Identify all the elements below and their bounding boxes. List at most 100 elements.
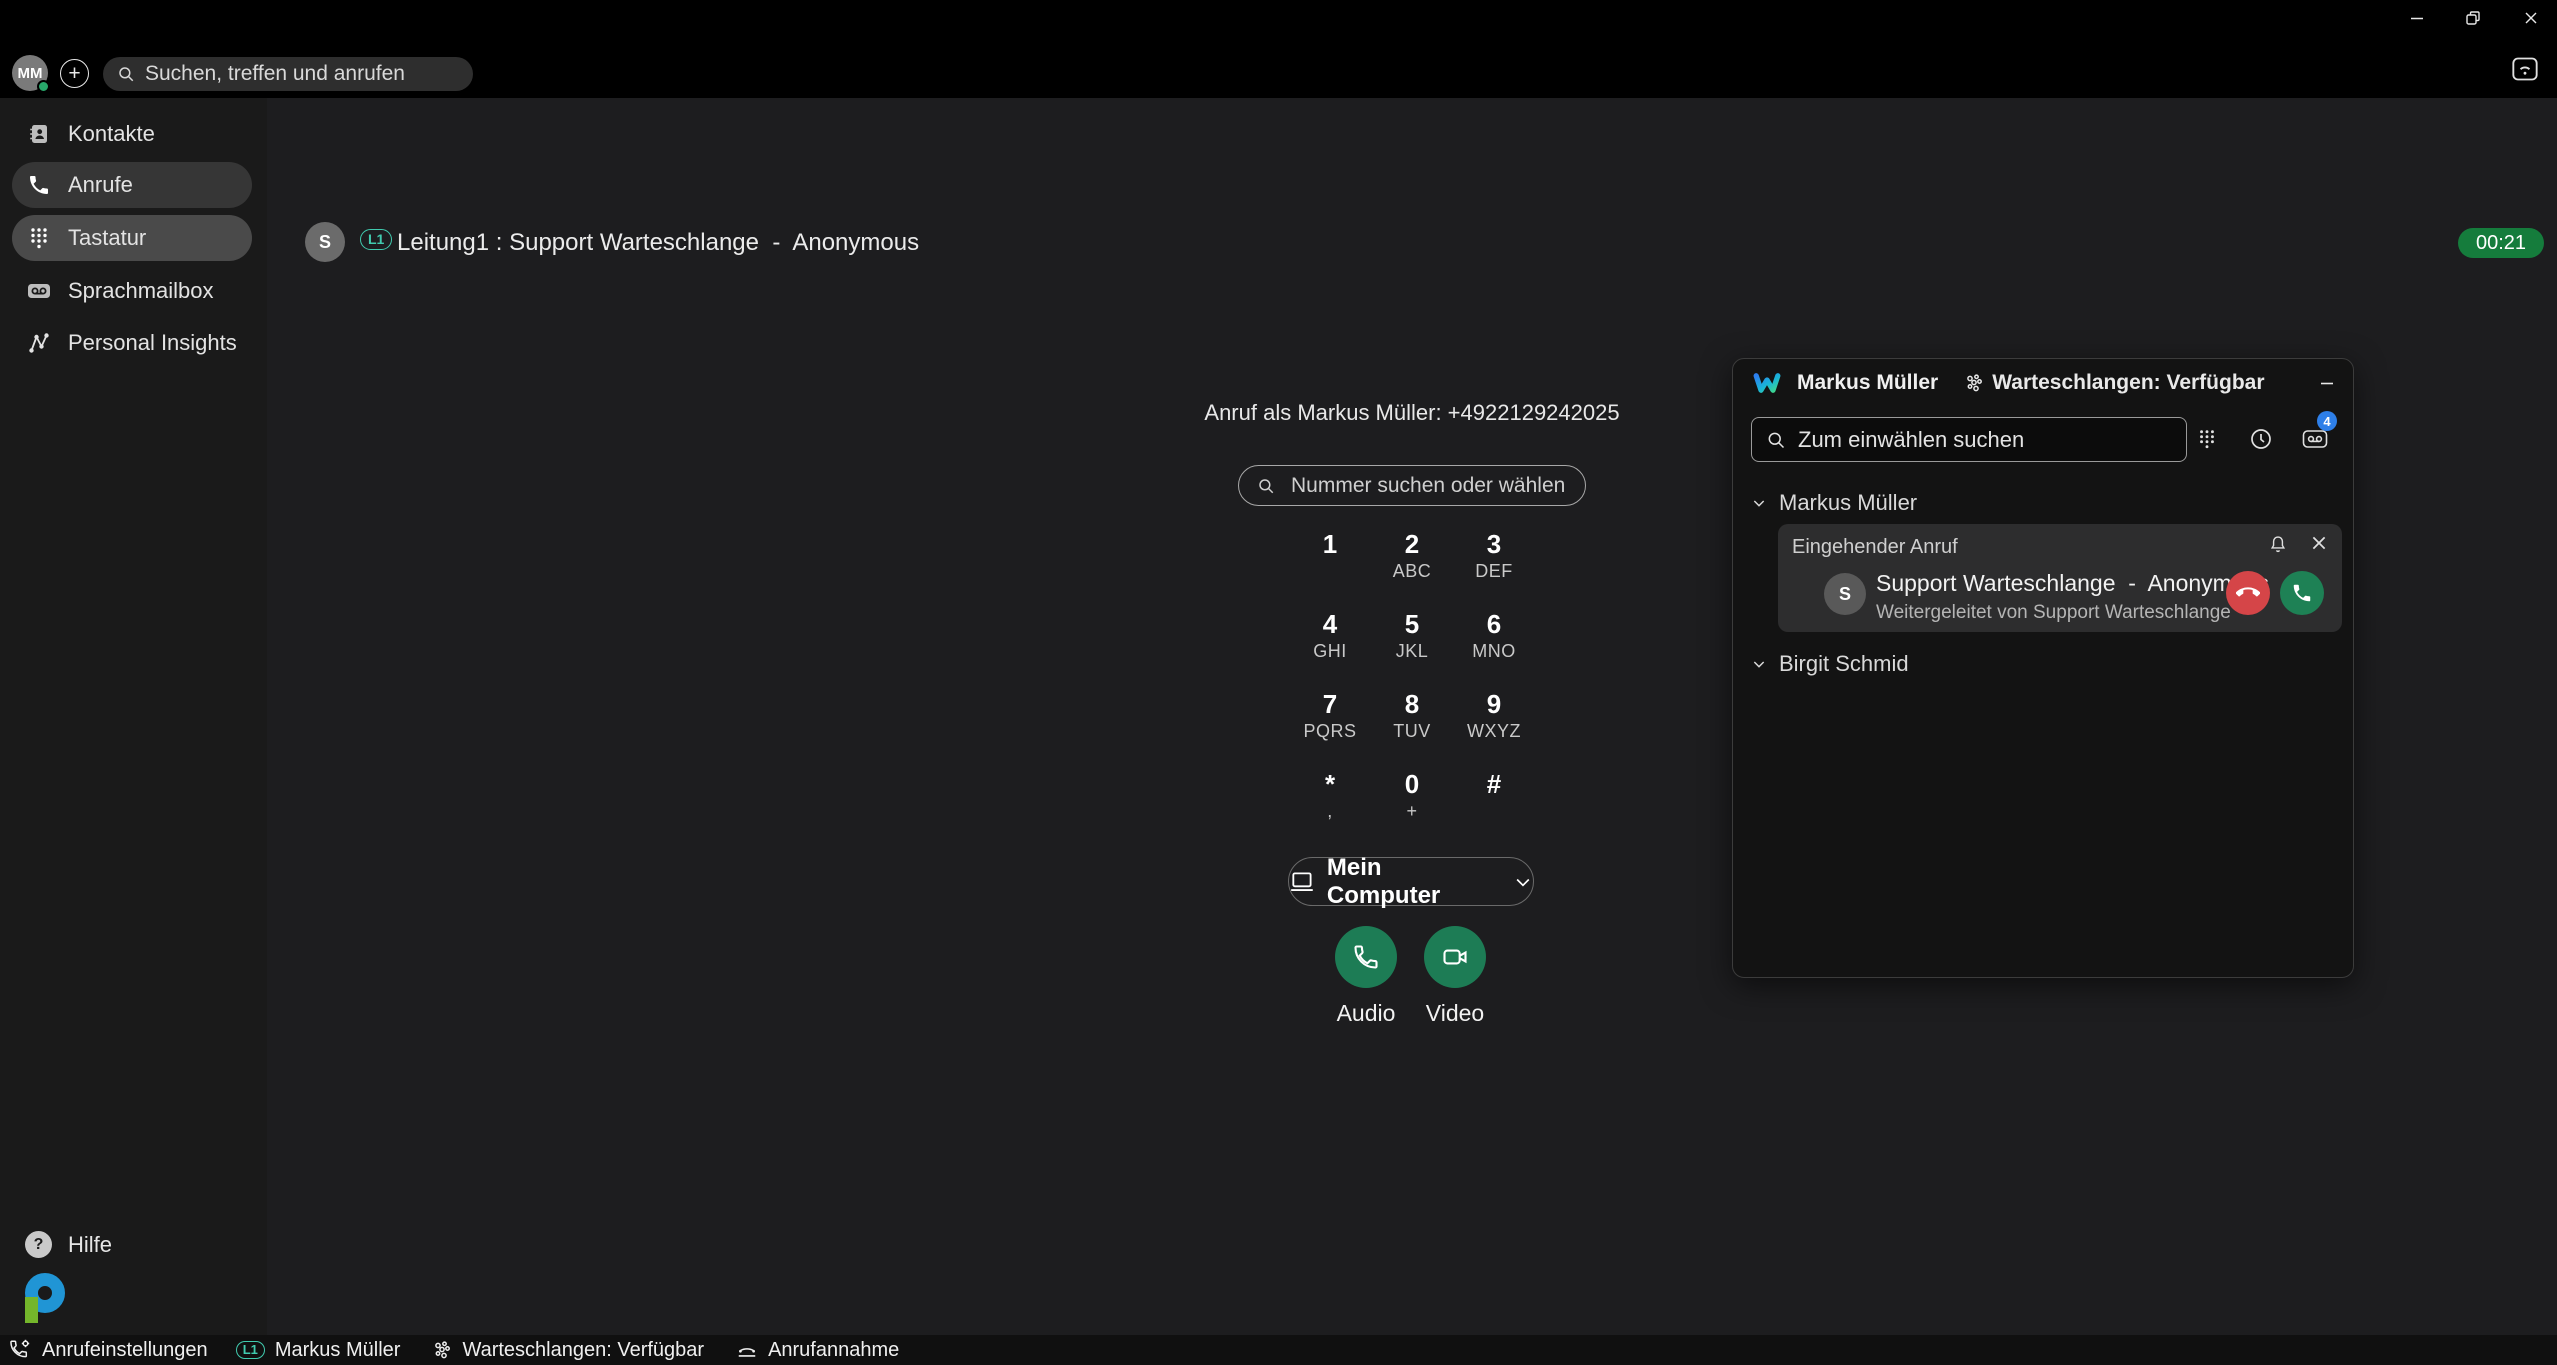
dialpad-key-6[interactable]: 6MNO — [1453, 608, 1535, 688]
dialpad-key-9[interactable]: 9WXYZ — [1453, 688, 1535, 768]
incoming-call-label: Eingehender Anruf — [1792, 536, 1958, 559]
statusbar-user-name: Markus Müller — [275, 1339, 401, 1362]
notification-bell-button[interactable] — [2268, 534, 2288, 556]
dialpad-key-3[interactable]: 3DEF — [1453, 528, 1535, 608]
popup-dialpad-button[interactable] — [2193, 425, 2221, 453]
statusbar: Anrufeinstellungen L1 Markus Müller Wart… — [0, 1335, 2557, 1365]
caller-avatar: S — [1824, 573, 1866, 615]
queues-icon — [1964, 373, 1984, 393]
dialpad-key-1[interactable]: 1 — [1289, 528, 1371, 608]
global-search-input[interactable] — [145, 62, 445, 86]
voicemail-count-badge: 4 — [2317, 411, 2337, 431]
popup-voicemail-button[interactable]: 4 — [2301, 425, 2329, 453]
popup-section-birgit-schmid[interactable]: Birgit Schmid — [1751, 651, 1909, 677]
sidebar-item-tastatur[interactable]: Tastatur — [12, 215, 252, 261]
popup-search-bar — [1751, 417, 2187, 462]
window-restore-button[interactable] — [2452, 2, 2494, 34]
accept-call-button[interactable] — [2280, 571, 2324, 615]
window-minimize-button[interactable] — [2396, 2, 2438, 34]
sidebar-item-kontakte[interactable]: Kontakte — [12, 111, 252, 157]
dial-search-bar — [1238, 465, 1586, 506]
caller-id-line: Anruf als Markus Müller: +4922129242025 — [1112, 400, 1712, 426]
history-clock-icon — [2249, 427, 2273, 451]
audio-device-selector[interactable]: Mein Computer — [1288, 857, 1534, 906]
window-close-button[interactable] — [2510, 2, 2552, 34]
sidebar-label: Kontakte — [68, 121, 155, 147]
connect-to-device-button[interactable] — [2509, 55, 2541, 83]
help-button[interactable]: ? Hilfe — [25, 1231, 112, 1258]
dial-number-input[interactable] — [1291, 474, 1571, 498]
voicemail-icon — [2302, 428, 2328, 450]
queue-status-indicator[interactable]: Warteschlangen: Verfügbar — [432, 1339, 704, 1362]
popup-dial-search-input[interactable] — [1798, 427, 2158, 453]
audio-call-button[interactable] — [1335, 926, 1397, 988]
restore-icon — [2465, 10, 2481, 26]
webex-calling-app: MM + Kontakte Anrufe — [0, 0, 2557, 1365]
popup-queue-status[interactable]: Warteschlangen: Verfügbar — [1964, 371, 2264, 395]
chevron-down-icon — [1513, 872, 1533, 892]
section-name: Birgit Schmid — [1779, 651, 1909, 677]
sidebar-item-anrufe[interactable]: Anrufe — [12, 162, 252, 208]
dialpad-key-star[interactable]: *, — [1289, 768, 1371, 848]
close-icon — [2310, 534, 2328, 552]
plus-icon: + — [68, 63, 80, 84]
video-call-button[interactable] — [1424, 926, 1486, 988]
call-banner-avatar: S — [305, 222, 345, 262]
sidebar: Kontakte Anrufe Tastatur Sprachmailbox P… — [0, 98, 267, 1335]
avatar-initial: S — [1839, 584, 1851, 605]
close-icon — [2523, 10, 2539, 26]
call-settings-button[interactable]: Anrufeinstellungen — [8, 1338, 208, 1362]
new-action-button[interactable]: + — [60, 59, 89, 88]
active-call-title[interactable]: Leitung1 : Support Warteschlange - Anony… — [397, 229, 919, 257]
incoming-call-card: Eingehender Anruf S Support Warteschlang… — [1778, 524, 2342, 632]
placetel-logo-stem — [25, 1297, 38, 1323]
dialpad-key-4[interactable]: 4GHI — [1289, 608, 1371, 688]
phone-icon — [26, 172, 52, 198]
dialpad-icon — [26, 225, 52, 251]
help-icon: ? — [25, 1231, 52, 1258]
dialpad-key-7[interactable]: 7PQRS — [1289, 688, 1371, 768]
global-search-bar — [103, 57, 473, 91]
call-pickup-icon — [736, 1340, 758, 1360]
popup-history-button[interactable] — [2247, 425, 2275, 453]
incoming-call-subtitle: Weitergeleitet von Support Warteschlange — [1876, 602, 2231, 624]
minimize-icon — [2409, 10, 2425, 26]
dialpad-key-2[interactable]: 2ABC — [1371, 528, 1453, 608]
avatar-initial: S — [319, 232, 331, 253]
decline-call-button[interactable] — [2226, 571, 2270, 615]
dismiss-call-button[interactable] — [2310, 534, 2328, 556]
search-icon — [1766, 430, 1786, 450]
search-icon — [117, 65, 135, 83]
popup-section-markus-mueller[interactable]: Markus Müller — [1751, 490, 1917, 516]
dialpad-key-hash[interactable]: # — [1453, 768, 1535, 848]
chevron-down-icon — [1751, 495, 1767, 511]
sidebar-item-personal-insights[interactable]: Personal Insights — [12, 320, 252, 366]
popup-queue-status-label: Warteschlangen: Verfügbar — [1992, 371, 2264, 395]
active-line-indicator[interactable]: L1 Markus Müller — [236, 1339, 401, 1362]
call-pickup-button[interactable]: Anrufannahme — [736, 1339, 899, 1362]
popup-minimize-button[interactable] — [2319, 375, 2335, 391]
contacts-icon — [26, 121, 52, 147]
user-avatar[interactable]: MM — [12, 55, 48, 91]
dialpad-key-0[interactable]: 0+ — [1371, 768, 1453, 848]
popup-owner-name: Markus Müller — [1797, 371, 1938, 395]
minimize-icon — [2319, 375, 2335, 391]
connect-to-device-icon — [2511, 56, 2539, 82]
line-badge: L1 — [360, 229, 392, 250]
section-name: Markus Müller — [1779, 490, 1917, 516]
dialpad-key-8[interactable]: 8TUV — [1371, 688, 1453, 768]
insights-icon — [26, 330, 52, 356]
bell-icon — [2268, 534, 2288, 556]
dialpad-key-5[interactable]: 5JKL — [1371, 608, 1453, 688]
avatar-initials: MM — [18, 65, 43, 82]
call-timer-badge: 00:21 — [2458, 228, 2544, 258]
sidebar-label: Personal Insights — [68, 330, 237, 356]
sidebar-item-sprachmailbox[interactable]: Sprachmailbox — [12, 268, 252, 314]
call-pickup-label: Anrufannahme — [768, 1339, 899, 1362]
queue-status-label: Warteschlangen: Verfügbar — [462, 1339, 704, 1362]
dialpad: 1 2ABC 3DEF 4GHI 5JKL 6MNO 7PQRS 8TUV 9W… — [1289, 528, 1535, 848]
presence-indicator — [37, 80, 50, 93]
decline-phone-icon — [2236, 581, 2260, 605]
popup-header: Markus Müller Warteschlangen: Verfügbar — [1733, 359, 2353, 407]
dialpad-icon — [2197, 428, 2217, 450]
